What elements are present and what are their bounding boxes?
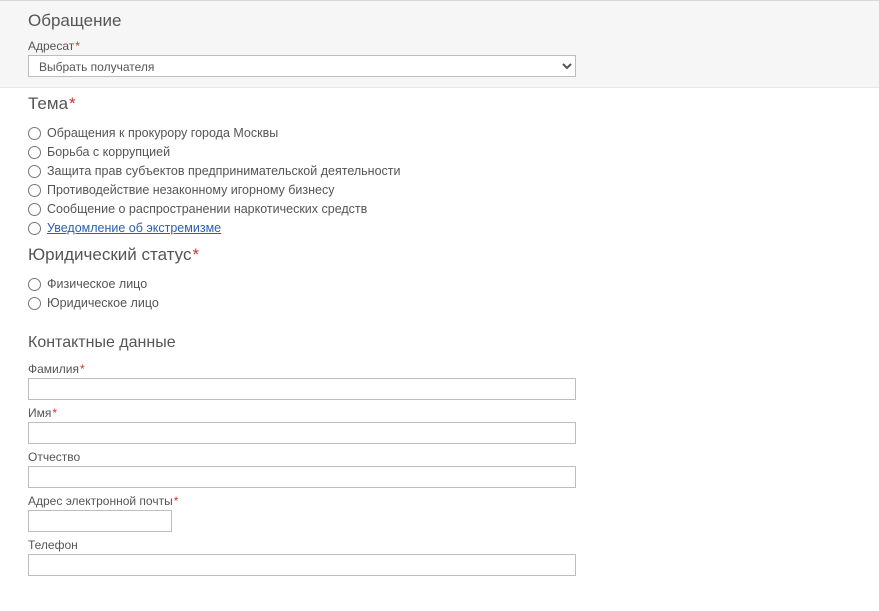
appeal-heading: Обращение [28,11,851,31]
topic-option[interactable]: Борьба с коррупцией [28,143,851,161]
topic-radio-0[interactable] [28,127,41,140]
firstname-input[interactable] [28,422,576,444]
middlename-label: Отчество [28,450,851,464]
extremism-link[interactable]: Уведомление об экстремизме [47,219,221,237]
topic-radio-group: Обращения к прокурору города Москвы Борь… [28,124,851,237]
legal-status-option[interactable]: Физическое лицо [28,275,851,293]
email-label: Адрес электронной почты* [28,494,851,508]
recipient-label: Адресат* [28,39,851,53]
recipient-select[interactable]: Выбрать получателя [28,55,576,77]
topic-option[interactable]: Обращения к прокурору города Москвы [28,124,851,142]
legal-status-radio-group: Физическое лицо Юридическое лицо [28,275,851,312]
phone-label: Телефон [28,538,851,552]
legal-status-option[interactable]: Юридическое лицо [28,294,851,312]
middlename-input[interactable] [28,466,576,488]
firstname-label: Имя* [28,406,851,420]
topic-option[interactable]: Сообщение о распространении наркотически… [28,200,851,218]
topic-option[interactable]: Уведомление об экстремизме [28,219,851,237]
topic-radio-5[interactable] [28,222,41,235]
topic-option[interactable]: Защита прав субъектов предпринимательско… [28,162,851,180]
email-input[interactable] [28,510,172,532]
contact-heading: Контактные данные [28,334,851,352]
topic-option[interactable]: Противодействие незаконному игорному биз… [28,181,851,199]
topic-radio-1[interactable] [28,146,41,159]
legal-radio-0[interactable] [28,278,41,291]
legal-status-heading: Юридический статус* [28,245,851,265]
topic-heading: Тема* [28,94,851,114]
lastname-label: Фамилия* [28,362,851,376]
phone-input[interactable] [28,554,576,576]
lastname-input[interactable] [28,378,576,400]
topic-radio-2[interactable] [28,165,41,178]
topic-radio-4[interactable] [28,203,41,216]
legal-radio-1[interactable] [28,297,41,310]
topic-radio-3[interactable] [28,184,41,197]
